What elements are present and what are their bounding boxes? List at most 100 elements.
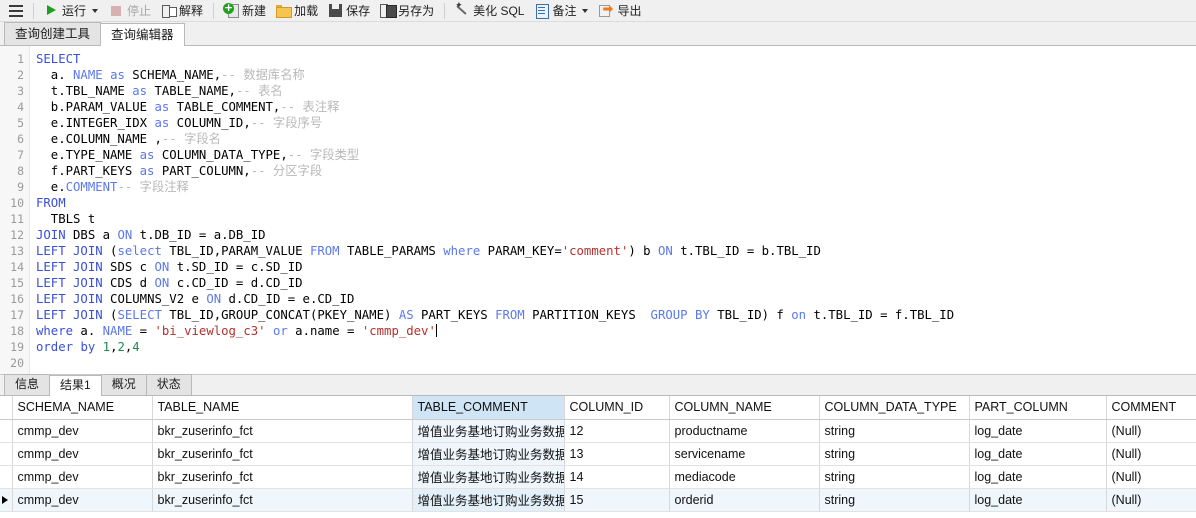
tab-status[interactable]: 状态	[145, 374, 192, 395]
grid-column-header[interactable]: TABLE_NAME	[152, 396, 413, 420]
code-token: as	[154, 100, 170, 114]
code-token: 'comment'	[561, 244, 629, 258]
chevron-down-icon[interactable]	[582, 8, 589, 13]
grid-cell[interactable]: bkr_zuserinfo_fct	[152, 488, 413, 512]
results-grid: SCHEMA_NAME TABLE_NAME TABLE_COMMENT COLUMN…	[0, 396, 1196, 512]
grid-cell[interactable]: bkr_zuserinfo_fct	[152, 419, 413, 443]
grid-cell[interactable]: string	[819, 419, 970, 443]
grid-cell[interactable]: string	[819, 488, 970, 512]
grid-column-header[interactable]: COMMENT	[1106, 396, 1196, 420]
grid-header-row: SCHEMA_NAME TABLE_NAME TABLE_COMMENT COLUMN…	[0, 396, 1196, 420]
grid-cell[interactable]: string	[819, 465, 970, 489]
grid-cell[interactable]: bkr_zuserinfo_fct	[152, 442, 413, 466]
grid-cell[interactable]: 增值业务基地订购业务数据	[412, 488, 565, 512]
sql-editor[interactable]: 1 2 3 4 5 6 7 8 9 10 11 12 13 14 15 16 17 18 19 20 SELECT a…	[0, 46, 1196, 374]
code-line: JOIN DBS a ON t.DB_ID = a.DB_ID	[36, 227, 1196, 243]
tab-query-builder[interactable]: 查询创建工具	[4, 22, 102, 45]
row-selector-arrow-icon[interactable]	[0, 488, 13, 512]
code-token: -- 字段序号	[250, 116, 323, 130]
grid-cell[interactable]: 增值业务基地订购业务数据	[412, 442, 565, 466]
grid-cell[interactable]: 14	[564, 465, 670, 489]
code-token: DBS a	[65, 228, 118, 242]
code-line: e.TYPE_NAME as COLUMN_DATA_TYPE,-- 字段类型	[36, 147, 1196, 163]
grid-column-header[interactable]: COLUMN_ID	[564, 396, 670, 420]
code-token: ON	[154, 260, 170, 274]
grid-column-header[interactable]: PART_COLUMN	[969, 396, 1107, 420]
grid-cell[interactable]: cmmp_dev	[12, 465, 153, 489]
tab-result1[interactable]: 结果1	[49, 375, 102, 396]
toolbar-button-explain[interactable]: 解释	[156, 1, 208, 21]
grid-column-header[interactable]: SCHEMA_NAME	[12, 396, 153, 420]
grid-cell[interactable]: 13	[564, 442, 670, 466]
grid-cell[interactable]: (Null)	[1106, 488, 1196, 512]
grid-cell[interactable]: (Null)	[1106, 465, 1196, 489]
grid-cell[interactable]: log_date	[969, 419, 1107, 443]
row-selector[interactable]	[0, 442, 13, 466]
hamburger-menu-button[interactable]	[4, 1, 28, 21]
toolbar-button-label: 保存	[346, 3, 371, 18]
code-token: b.PARAM_VALUE	[36, 100, 155, 114]
sql-code-area[interactable]: SELECT a. NAME as SCHEMA_NAME,-- 数据库名称 t…	[30, 46, 1196, 374]
toolbar-separator	[444, 2, 446, 19]
table-row[interactable]: cmmp_dev bkr_zuserinfo_fct 增值业务基地订购业务数据 14 m…	[0, 465, 1196, 489]
toolbar-button-beautify[interactable]: 美化 SQL	[450, 1, 529, 21]
tab-query-editor[interactable]: 查询编辑器	[100, 23, 185, 46]
grid-cell[interactable]: 12	[564, 419, 670, 443]
grid-column-header[interactable]: COLUMN_DATA_TYPE	[819, 396, 970, 420]
grid-cell[interactable]: 增值业务基地订购业务数据	[412, 465, 565, 489]
grid-cell[interactable]: cmmp_dev	[12, 442, 153, 466]
code-token: 1	[102, 340, 111, 354]
row-selector[interactable]	[0, 465, 13, 489]
grid-cell[interactable]: (Null)	[1106, 442, 1196, 466]
code-token: LEFT	[36, 260, 66, 274]
code-token: ON	[657, 244, 673, 258]
code-token: ON	[206, 292, 222, 306]
table-row[interactable]: cmmp_dev bkr_zuserinfo_fct 增值业务基地订购业务数据 15 o…	[0, 488, 1196, 512]
toolbar-button-save-as[interactable]: 另存为	[375, 1, 439, 21]
grid-cell[interactable]: servicename	[669, 442, 820, 466]
grid-cell[interactable]: cmmp_dev	[12, 488, 153, 512]
toolbar-button-save[interactable]: 保存	[323, 1, 375, 21]
grid-cell[interactable]: log_date	[969, 465, 1107, 489]
row-selector[interactable]	[0, 419, 13, 443]
toolbar-button-note[interactable]: 备注	[529, 1, 594, 21]
grid-column-header[interactable]: COLUMN_NAME	[669, 396, 820, 420]
grid-column-header[interactable]: TABLE_COMMENT	[412, 396, 565, 420]
line-number: 9	[17, 180, 24, 194]
tab-info[interactable]: 信息	[4, 374, 51, 395]
table-row[interactable]: cmmp_dev bkr_zuserinfo_fct 增值业务基地订购业务数据 13 s…	[0, 442, 1196, 466]
code-token: -- 分区字段	[250, 164, 323, 178]
grid-cell[interactable]: log_date	[969, 488, 1107, 512]
toolbar-button-new[interactable]: 新建	[219, 1, 271, 21]
grid-cell[interactable]: (Null)	[1106, 419, 1196, 443]
code-token: TBLS t	[36, 212, 96, 226]
grid-cell[interactable]: orderid	[669, 488, 820, 512]
code-token: as	[132, 84, 148, 98]
tab-profile[interactable]: 概况	[100, 374, 147, 395]
grid-cell[interactable]: cmmp_dev	[12, 419, 153, 443]
chevron-down-icon[interactable]	[92, 8, 99, 13]
code-token: TBL_ID) f	[709, 308, 792, 322]
grid-cell[interactable]: bkr_zuserinfo_fct	[152, 465, 413, 489]
toolbar-button-label: 解释	[179, 3, 204, 18]
table-row[interactable]: cmmp_dev bkr_zuserinfo_fct 增值业务基地订购业务数据 12 p…	[0, 419, 1196, 443]
toolbar-button-export[interactable]: 导出	[594, 1, 646, 21]
code-token: SELECT	[36, 52, 81, 66]
toolbar-button-run[interactable]: 运行	[39, 1, 104, 21]
grid-cell[interactable]: string	[819, 442, 970, 466]
grid-cell[interactable]: 15	[564, 488, 670, 512]
hamburger-menu-icon	[9, 4, 23, 17]
code-token: -- 数据库名称	[221, 68, 305, 82]
grid-cell[interactable]: mediacode	[669, 465, 820, 489]
toolbar-button-load[interactable]: 加载	[271, 1, 323, 21]
grid-cell[interactable]: productname	[669, 419, 820, 443]
grid-cell[interactable]: 增值业务基地订购业务数据	[412, 419, 565, 443]
line-number: 6	[17, 132, 24, 146]
grid-cell[interactable]: log_date	[969, 442, 1107, 466]
results-grid-container[interactable]: SCHEMA_NAME TABLE_NAME TABLE_COMMENT COLUMN…	[0, 396, 1196, 514]
